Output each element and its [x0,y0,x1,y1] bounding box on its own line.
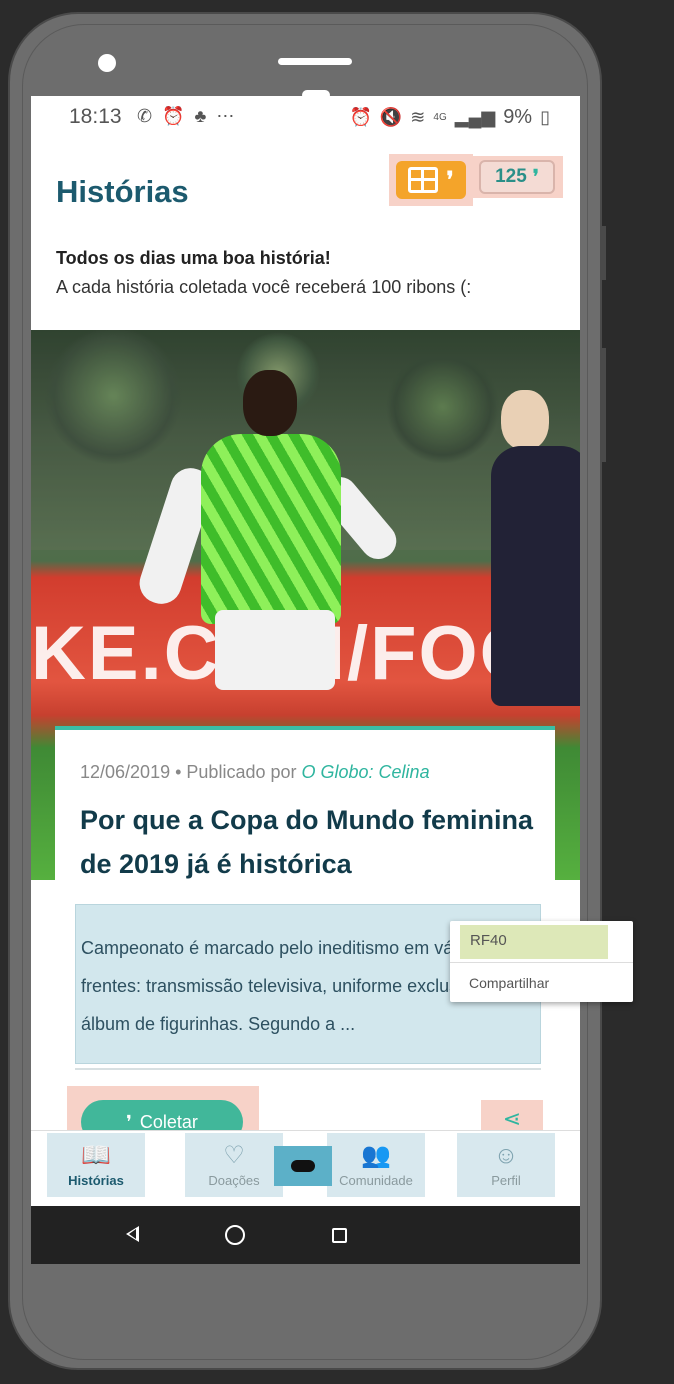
gift-button[interactable]: ❜ [389,154,473,206]
status-bar: 18:13 ✆ ⏰ ♣ ⋯ ⏰ 🔇 ≋ 4G ▂▄▆ 9% ▯ [31,96,580,140]
intro-description: A cada história coletada você receberá 1… [56,277,472,297]
story-title[interactable]: Por que a Copa do Mundo feminina de 2019… [80,798,540,886]
opponent-player [491,390,580,710]
divider [75,1068,541,1070]
popup-menu: RF40 Compartilhar [450,921,633,1002]
recent-apps-icon[interactable] [332,1228,347,1243]
mute-icon: 🔇 [379,107,403,127]
network-type: 4G [433,112,447,123]
face-icon: ☺ [493,1141,519,1169]
more-icon: ⋯ [216,106,235,126]
power-button[interactable] [602,348,606,462]
whatsapp-icon: ✆ [137,106,153,126]
battery-icon: ▯ [540,107,550,127]
volume-button[interactable] [602,226,606,280]
featured-player [134,370,404,730]
signal-icon: ▂▄▆ [454,107,496,127]
status-time: 18:13 [69,105,122,128]
nav-item-doacoes[interactable]: ♡ Doações [185,1133,283,1197]
page-title: Histórias [56,174,189,209]
collect-button-highlight: ❜ Coletar [67,1086,259,1144]
people-icon: 👥 [361,1141,391,1169]
nav-item-historias[interactable]: 📖 Histórias [47,1133,145,1197]
gift-icon [408,167,439,193]
nav-label: Comunidade [339,1172,413,1188]
battery-level: 9% [503,106,533,128]
ribbons-counter[interactable]: 125 ❜ [471,156,563,198]
menu-item-rf40[interactable]: RF40 [460,925,608,959]
earpiece-speaker [278,58,352,65]
story-source[interactable]: O Globo: Celina [302,762,430,782]
share-button[interactable]: ⋖ [481,1100,543,1131]
divider [450,962,633,963]
alarm-icon: ⏰ [349,107,372,127]
game-button[interactable] [274,1146,332,1186]
app-screen: 18:13 ✆ ⏰ ♣ ⋯ ⏰ 🔇 ≋ 4G ▂▄▆ 9% ▯ História… [31,96,580,1264]
alarm-icon: ⏰ [162,106,185,126]
nav-label: Histórias [68,1172,124,1188]
published-by-label: • Publicado por [175,762,297,782]
menu-item-compartilhar[interactable]: Compartilhar [469,975,549,991]
status-left-icons: ✆ ⏰ ♣ ⋯ [137,106,234,127]
ribbon-drop-icon: ❜ [532,166,539,188]
intro-headline: Todos os dias uma boa história! [56,248,331,268]
home-icon[interactable] [225,1225,245,1245]
nav-label: Doações [208,1172,260,1188]
story-meta: 12/06/2019 • Publicado por O Globo: Celi… [80,762,430,783]
story-date: 12/06/2019 [80,762,171,782]
notification-icon: ♣ [194,106,207,126]
ribbons-count: 125 [495,166,527,187]
gamepad-icon [291,1160,315,1172]
nav-item-comunidade[interactable]: 👥 Comunidade [327,1133,425,1197]
bottom-navigation: 📖 Histórias ♡ Doações 👥 Comunidade ☺ Per… [31,1130,580,1206]
nav-label: Perfil [491,1172,521,1188]
heart-icon: ♡ [223,1141,245,1169]
back-icon[interactable] [126,1226,139,1242]
front-camera [98,54,116,72]
android-navigation-bar [31,1206,580,1264]
share-icon: ⋖ [502,1106,522,1131]
status-right-icons: ⏰ 🔇 ≋ 4G ▂▄▆ 9% ▯ [349,106,550,129]
wifi-icon: ≋ [410,107,426,127]
ribbon-drop-icon: ❜ [446,167,454,192]
nav-item-perfil[interactable]: ☺ Perfil [457,1133,555,1197]
book-open-icon: 📖 [81,1141,111,1169]
